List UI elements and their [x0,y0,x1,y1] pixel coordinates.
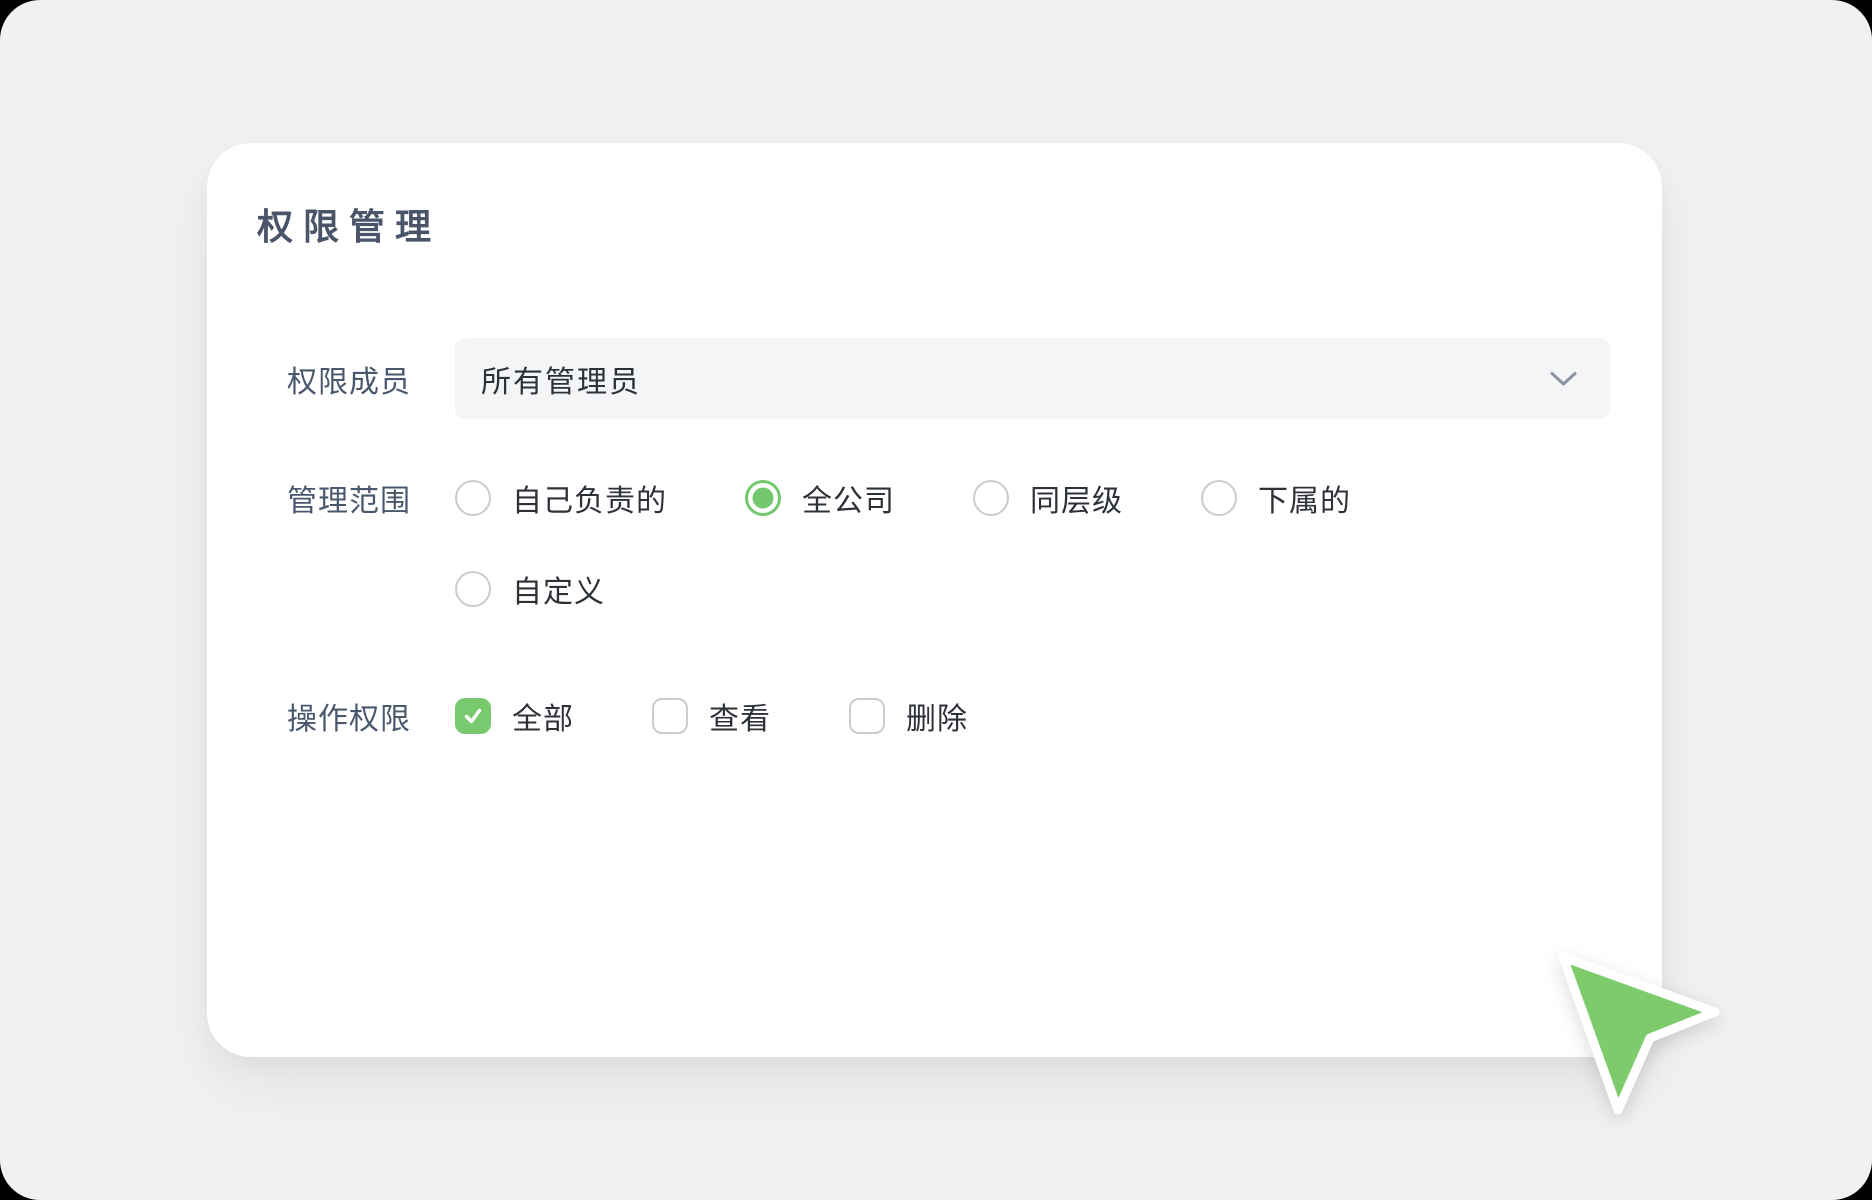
scope-row: 管理范围 自己负责的 全公司 同层级 下属的 [287,478,1351,518]
operation-option-delete[interactable]: 删除 [849,694,968,738]
scope-option-subordinates[interactable]: 下属的 [1201,476,1351,520]
member-select-value: 所有管理员 [481,357,641,401]
radio-icon[interactable] [455,571,491,607]
scope-option-label: 全公司 [802,476,895,520]
member-select[interactable]: 所有管理员 [455,338,1610,419]
permission-management-card: 权限管理 权限成员 所有管理员 管理范围 自己负责的 全公司 [207,143,1662,1057]
scope-options: 自己负责的 全公司 同层级 下属的 [455,476,1351,520]
operations-options: 全部 查看 删除 [455,694,968,738]
page-title: 权限管理 [257,198,441,250]
screen-background: 权限管理 权限成员 所有管理员 管理范围 自己负责的 全公司 [0,0,1872,1200]
chevron-down-icon [1550,371,1577,386]
operations-row: 操作权限 全部 查看 [287,696,968,736]
operation-option-all[interactable]: 全部 [455,694,574,738]
member-label: 权限成员 [287,357,455,401]
scope-option-label: 同层级 [1030,476,1123,520]
scope-options-2: 自定义 [455,567,605,611]
mouse-cursor-icon [1540,935,1740,1135]
radio-icon[interactable] [745,480,781,516]
scope-option-label: 下属的 [1258,476,1351,520]
check-icon [462,706,484,726]
scope-option-whole-company[interactable]: 全公司 [745,476,895,520]
checkbox-icon[interactable] [652,698,688,734]
operations-label: 操作权限 [287,694,455,738]
radio-icon[interactable] [455,480,491,516]
operation-option-label: 删除 [906,694,968,738]
scope-row-2: 自定义 [455,569,605,609]
scope-option-label: 自定义 [512,567,605,611]
radio-icon[interactable] [973,480,1009,516]
checkbox-icon[interactable] [455,698,491,734]
scope-option-label: 自己负责的 [512,476,667,520]
operation-option-view[interactable]: 查看 [652,694,771,738]
operation-option-label: 查看 [709,694,771,738]
operation-option-label: 全部 [512,694,574,738]
radio-icon[interactable] [1201,480,1237,516]
checkbox-icon[interactable] [849,698,885,734]
member-row: 权限成员 所有管理员 [287,338,1610,419]
scope-option-own[interactable]: 自己负责的 [455,476,667,520]
scope-label: 管理范围 [287,476,455,520]
scope-option-custom[interactable]: 自定义 [455,567,605,611]
scope-option-same-level[interactable]: 同层级 [973,476,1123,520]
